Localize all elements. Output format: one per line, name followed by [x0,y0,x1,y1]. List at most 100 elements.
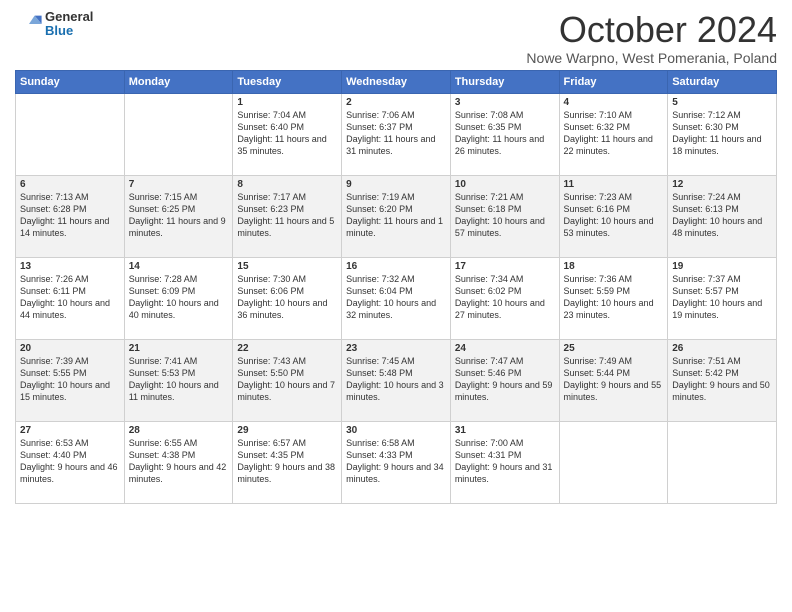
calendar-day: 5 Sunrise: 7:12 AMSunset: 6:30 PMDayligh… [668,93,777,175]
day-info: Sunrise: 7:12 AMSunset: 6:30 PMDaylight:… [672,110,761,156]
day-info: Sunrise: 7:15 AMSunset: 6:25 PMDaylight:… [129,192,226,238]
calendar-day: 17 Sunrise: 7:34 AMSunset: 6:02 PMDaylig… [450,257,559,339]
day-number: 30 [346,425,446,436]
calendar-day: 16 Sunrise: 7:32 AMSunset: 6:04 PMDaylig… [342,257,451,339]
day-info: Sunrise: 7:41 AMSunset: 5:53 PMDaylight:… [129,356,219,402]
day-number: 23 [346,343,446,354]
day-number: 7 [129,179,229,190]
day-number: 12 [672,179,772,190]
logo: General Blue [15,10,93,39]
day-info: Sunrise: 7:51 AMSunset: 5:42 PMDaylight:… [672,356,770,402]
day-info: Sunrise: 7:17 AMSunset: 6:23 PMDaylight:… [237,192,334,238]
day-info: Sunrise: 7:13 AMSunset: 6:28 PMDaylight:… [20,192,109,238]
calendar-day: 11 Sunrise: 7:23 AMSunset: 6:16 PMDaylig… [559,175,668,257]
day-info: Sunrise: 7:26 AMSunset: 6:11 PMDaylight:… [20,274,110,320]
calendar-day: 2 Sunrise: 7:06 AMSunset: 6:37 PMDayligh… [342,93,451,175]
day-info: Sunrise: 6:57 AMSunset: 4:35 PMDaylight:… [237,438,335,484]
day-info: Sunrise: 7:34 AMSunset: 6:02 PMDaylight:… [455,274,545,320]
day-number: 19 [672,261,772,272]
calendar-day: 20 Sunrise: 7:39 AMSunset: 5:55 PMDaylig… [16,339,125,421]
calendar-day: 9 Sunrise: 7:19 AMSunset: 6:20 PMDayligh… [342,175,451,257]
calendar-day: 22 Sunrise: 7:43 AMSunset: 5:50 PMDaylig… [233,339,342,421]
logo-general: General [45,10,93,24]
calendar-day: 3 Sunrise: 7:08 AMSunset: 6:35 PMDayligh… [450,93,559,175]
day-info: Sunrise: 7:23 AMSunset: 6:16 PMDaylight:… [564,192,654,238]
day-info: Sunrise: 7:08 AMSunset: 6:35 PMDaylight:… [455,110,544,156]
calendar-day: 29 Sunrise: 6:57 AMSunset: 4:35 PMDaylig… [233,421,342,503]
day-number: 21 [129,343,229,354]
col-thursday: Thursday [450,70,559,93]
day-info: Sunrise: 7:28 AMSunset: 6:09 PMDaylight:… [129,274,219,320]
day-info: Sunrise: 7:10 AMSunset: 6:32 PMDaylight:… [564,110,653,156]
calendar-day: 27 Sunrise: 6:53 AMSunset: 4:40 PMDaylig… [16,421,125,503]
day-number: 20 [20,343,120,354]
calendar-day [124,93,233,175]
day-info: Sunrise: 7:47 AMSunset: 5:46 PMDaylight:… [455,356,553,402]
calendar-week-2: 6 Sunrise: 7:13 AMSunset: 6:28 PMDayligh… [16,175,777,257]
calendar-day: 19 Sunrise: 7:37 AMSunset: 5:57 PMDaylig… [668,257,777,339]
calendar-day: 26 Sunrise: 7:51 AMSunset: 5:42 PMDaylig… [668,339,777,421]
calendar-day: 10 Sunrise: 7:21 AMSunset: 6:18 PMDaylig… [450,175,559,257]
day-number: 15 [237,261,337,272]
col-friday: Friday [559,70,668,93]
calendar-day: 31 Sunrise: 7:00 AMSunset: 4:31 PMDaylig… [450,421,559,503]
title-section: October 2024 Nowe Warpno, West Pomerania… [526,10,777,66]
calendar-day: 23 Sunrise: 7:45 AMSunset: 5:48 PMDaylig… [342,339,451,421]
day-number: 2 [346,97,446,108]
calendar-day: 4 Sunrise: 7:10 AMSunset: 6:32 PMDayligh… [559,93,668,175]
calendar-day: 8 Sunrise: 7:17 AMSunset: 6:23 PMDayligh… [233,175,342,257]
day-number: 6 [20,179,120,190]
calendar-day [559,421,668,503]
day-info: Sunrise: 7:32 AMSunset: 6:04 PMDaylight:… [346,274,436,320]
logo-text: General Blue [45,10,93,39]
day-number: 14 [129,261,229,272]
col-saturday: Saturday [668,70,777,93]
day-number: 26 [672,343,772,354]
calendar-day: 18 Sunrise: 7:36 AMSunset: 5:59 PMDaylig… [559,257,668,339]
calendar-day: 12 Sunrise: 7:24 AMSunset: 6:13 PMDaylig… [668,175,777,257]
calendar-week-1: 1 Sunrise: 7:04 AMSunset: 6:40 PMDayligh… [16,93,777,175]
calendar-day: 21 Sunrise: 7:41 AMSunset: 5:53 PMDaylig… [124,339,233,421]
day-number: 16 [346,261,446,272]
calendar-table: Sunday Monday Tuesday Wednesday Thursday… [15,70,777,504]
logo-blue: Blue [45,24,93,38]
day-info: Sunrise: 7:21 AMSunset: 6:18 PMDaylight:… [455,192,545,238]
calendar-week-4: 20 Sunrise: 7:39 AMSunset: 5:55 PMDaylig… [16,339,777,421]
col-tuesday: Tuesday [233,70,342,93]
day-info: Sunrise: 7:37 AMSunset: 5:57 PMDaylight:… [672,274,762,320]
calendar-day: 1 Sunrise: 7:04 AMSunset: 6:40 PMDayligh… [233,93,342,175]
day-info: Sunrise: 7:49 AMSunset: 5:44 PMDaylight:… [564,356,662,402]
day-number: 5 [672,97,772,108]
calendar-day [16,93,125,175]
day-number: 17 [455,261,555,272]
day-info: Sunrise: 7:06 AMSunset: 6:37 PMDaylight:… [346,110,435,156]
subtitle: Nowe Warpno, West Pomerania, Poland [526,50,777,66]
day-number: 22 [237,343,337,354]
calendar-day: 25 Sunrise: 7:49 AMSunset: 5:44 PMDaylig… [559,339,668,421]
day-info: Sunrise: 7:30 AMSunset: 6:06 PMDaylight:… [237,274,327,320]
day-info: Sunrise: 7:04 AMSunset: 6:40 PMDaylight:… [237,110,326,156]
header: General Blue October 2024 Nowe Warpno, W… [15,10,777,66]
day-number: 11 [564,179,664,190]
day-number: 25 [564,343,664,354]
calendar-day: 7 Sunrise: 7:15 AMSunset: 6:25 PMDayligh… [124,175,233,257]
day-info: Sunrise: 7:39 AMSunset: 5:55 PMDaylight:… [20,356,110,402]
day-info: Sunrise: 6:53 AMSunset: 4:40 PMDaylight:… [20,438,118,484]
col-wednesday: Wednesday [342,70,451,93]
day-number: 10 [455,179,555,190]
day-number: 18 [564,261,664,272]
day-number: 4 [564,97,664,108]
col-monday: Monday [124,70,233,93]
day-number: 8 [237,179,337,190]
day-number: 31 [455,425,555,436]
day-number: 1 [237,97,337,108]
calendar-day: 24 Sunrise: 7:47 AMSunset: 5:46 PMDaylig… [450,339,559,421]
day-number: 24 [455,343,555,354]
calendar-day: 14 Sunrise: 7:28 AMSunset: 6:09 PMDaylig… [124,257,233,339]
day-info: Sunrise: 7:00 AMSunset: 4:31 PMDaylight:… [455,438,553,484]
day-number: 29 [237,425,337,436]
calendar-week-5: 27 Sunrise: 6:53 AMSunset: 4:40 PMDaylig… [16,421,777,503]
month-title: October 2024 [526,10,777,50]
logo-icon [15,10,43,38]
calendar-day [668,421,777,503]
